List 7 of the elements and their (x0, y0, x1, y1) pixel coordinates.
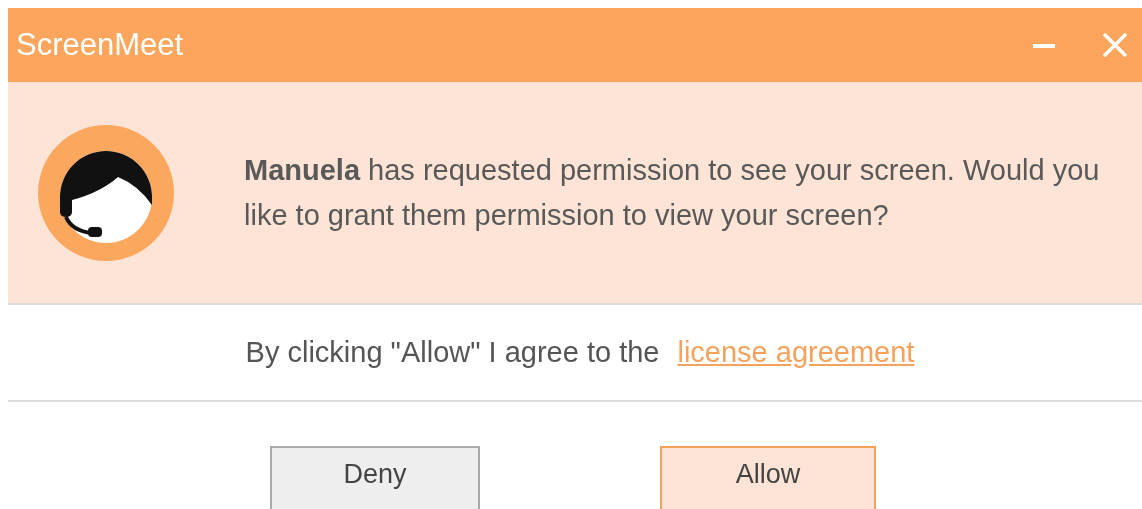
window-title: ScreenMeet (16, 27, 184, 63)
agreement-text: By clicking "Allow" I agree to the (245, 336, 660, 369)
deny-button[interactable]: Deny (270, 446, 480, 509)
headset-avatar-icon (38, 124, 174, 261)
permission-message: Manuela has requested permission to see your screen. Would you like to grant them permission to view your screen? (244, 152, 1101, 233)
allow-button[interactable]: Allow (660, 446, 876, 509)
close-icon[interactable] (1102, 32, 1128, 58)
